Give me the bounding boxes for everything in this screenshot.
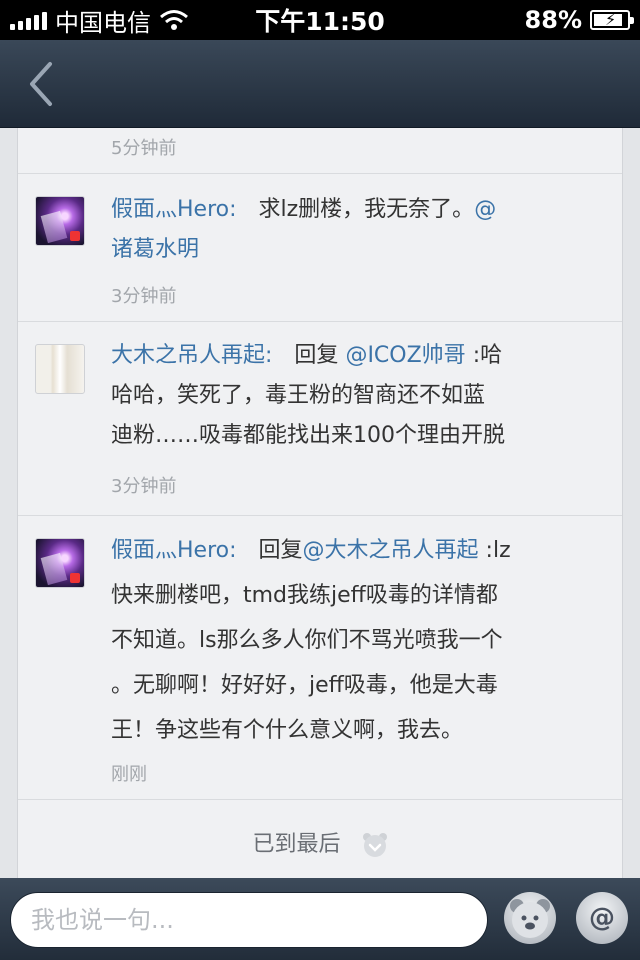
comment-text: 迪粉……吸毒都能找出来100个理由开脱 xyxy=(111,423,505,448)
status-right: 88% ⚡ xyxy=(524,6,634,34)
mention-link[interactable]: @ xyxy=(474,197,496,222)
emoji-button[interactable] xyxy=(504,892,556,944)
avatar[interactable] xyxy=(35,196,85,246)
nav-bar xyxy=(0,40,640,128)
comment-item: 大木之吊人再起: 回复 @ICOZ帅哥 :哈 哈哈，笑死了，毒王粉的智商还不如蓝 … xyxy=(18,322,622,516)
comment-text: 求lz删楼，我无奈了。 xyxy=(258,197,475,222)
comment-time: 3分钟前 xyxy=(111,286,177,307)
end-text: 已到最后 xyxy=(252,832,341,857)
comment-item: 5分钟前 xyxy=(18,128,622,174)
wifi-icon xyxy=(160,10,188,30)
username[interactable]: 假面灬Hero: xyxy=(111,538,237,563)
comment-text: 王！争这些有个什么意义啊，我去。 xyxy=(111,718,464,743)
carrier-label: 中国电信 xyxy=(55,8,151,37)
comment-body: 假面灬Hero: 回复@大木之吊人再起 :lz 快来删楼吧，tmd我练jeff吸毒… xyxy=(111,528,602,753)
battery-percent: 88% xyxy=(524,6,582,34)
comment-text: 哈哈，笑死了，毒王粉的智商还不如蓝 xyxy=(111,383,486,408)
bear-face-icon xyxy=(510,899,550,938)
comment-text: :lz xyxy=(485,538,511,563)
comment-time: 刚刚 xyxy=(111,764,147,785)
chevron-left-icon xyxy=(30,62,52,106)
input-bar: @ xyxy=(0,878,640,960)
status-left: 中国电信 xyxy=(10,3,189,38)
comment-text: 。无聊啊！好好好，jeff吸毒，他是大毒 xyxy=(111,673,498,698)
back-button[interactable] xyxy=(22,60,66,108)
mention-link[interactable]: 诸葛水明 xyxy=(111,237,199,262)
comment-body: 假面灬Hero: 求lz删楼，我无奈了。@ 诸葛水明 xyxy=(111,190,602,270)
at-icon: @ xyxy=(589,903,615,933)
comment-text: 快来删楼吧，tmd我练jeff吸毒的详情都 xyxy=(111,583,498,608)
mention-link[interactable]: @大木之吊人再起 xyxy=(303,538,479,563)
username[interactable]: 大木之吊人再起: xyxy=(111,343,272,368)
reply-prefix: 回复 xyxy=(258,538,303,563)
bear-face-icon xyxy=(362,833,387,857)
avatar[interactable] xyxy=(35,344,85,394)
reply-prefix: 回复 xyxy=(294,343,339,368)
comment-list[interactable]: 5分钟前 假面灬Hero: 求lz删楼，我无奈了。@ 诸葛水明 3分钟前 大木之吊… xyxy=(0,128,640,878)
comment-time: 5分钟前 xyxy=(111,138,177,159)
at-button[interactable]: @ xyxy=(576,892,628,944)
comment-card: 5分钟前 假面灬Hero: 求lz删楼，我无奈了。@ 诸葛水明 3分钟前 大木之吊… xyxy=(17,128,623,878)
comment-text: 不知道。ls那么多人你们不骂光喷我一个 xyxy=(111,628,503,653)
comment-time: 3分钟前 xyxy=(111,476,177,497)
comment-body: 大木之吊人再起: 回复 @ICOZ帅哥 :哈 哈哈，笑死了，毒王粉的智商还不如蓝 … xyxy=(111,336,602,456)
comment-item: 假面灬Hero: 回复@大木之吊人再起 :lz 快来删楼吧，tmd我练jeff吸毒… xyxy=(18,516,622,800)
username[interactable]: 假面灬Hero: xyxy=(111,197,237,222)
avatar[interactable] xyxy=(35,538,85,588)
battery-icon: ⚡ xyxy=(590,10,634,30)
comment-text: :哈 xyxy=(472,343,503,368)
end-of-list: 已到最后 xyxy=(18,826,622,858)
status-bar: 中国电信 下午11:50 88% ⚡ xyxy=(0,0,640,40)
mention-link[interactable]: @ICOZ帅哥 xyxy=(345,343,465,368)
signal-icon xyxy=(10,10,47,30)
comment-item: 假面灬Hero: 求lz删楼，我无奈了。@ 诸葛水明 3分钟前 xyxy=(18,174,622,322)
comment-input[interactable] xyxy=(10,892,488,948)
